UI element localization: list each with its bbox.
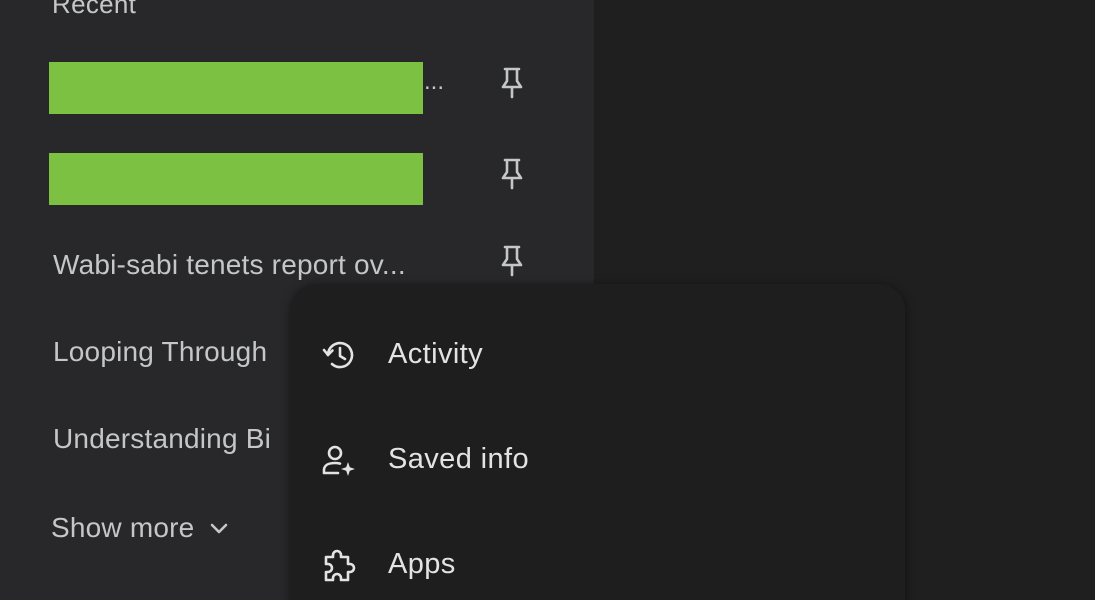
recent-item-title: Understanding Bi xyxy=(53,423,271,454)
recent-item-title: Wabi-sabi tenets report ov... xyxy=(53,249,406,280)
menu-item-apps[interactable]: Apps xyxy=(291,513,905,600)
app-window: Recent ... Wabi-sabi tenets report ov... xyxy=(0,0,1095,600)
menu-item-label: Activity xyxy=(388,338,484,370)
chevron-down-icon xyxy=(208,517,230,539)
person-sparkle-icon xyxy=(321,442,357,478)
show-more-label: Show more xyxy=(51,512,195,543)
settings-menu: Activity Saved info Apps xyxy=(291,284,905,600)
pin-icon[interactable] xyxy=(498,157,526,191)
truncation-ellipsis: ... xyxy=(424,68,445,95)
recent-item-title: Looping Through xyxy=(53,336,268,367)
history-icon xyxy=(321,337,357,373)
menu-item-saved-info[interactable]: Saved info xyxy=(291,408,905,512)
puzzle-icon xyxy=(321,547,357,583)
recent-heading: Recent xyxy=(52,0,137,19)
redacted-title xyxy=(49,153,423,205)
pin-icon[interactable] xyxy=(498,244,526,278)
menu-item-label: Apps xyxy=(388,548,456,580)
recent-item[interactable] xyxy=(0,139,594,215)
show-more-button[interactable]: Show more xyxy=(51,508,230,548)
pin-icon[interactable] xyxy=(498,66,526,100)
menu-item-activity[interactable]: Activity xyxy=(291,303,905,407)
redacted-title xyxy=(49,62,423,114)
menu-item-label: Saved info xyxy=(388,443,530,475)
recent-item[interactable]: ... xyxy=(0,48,594,124)
